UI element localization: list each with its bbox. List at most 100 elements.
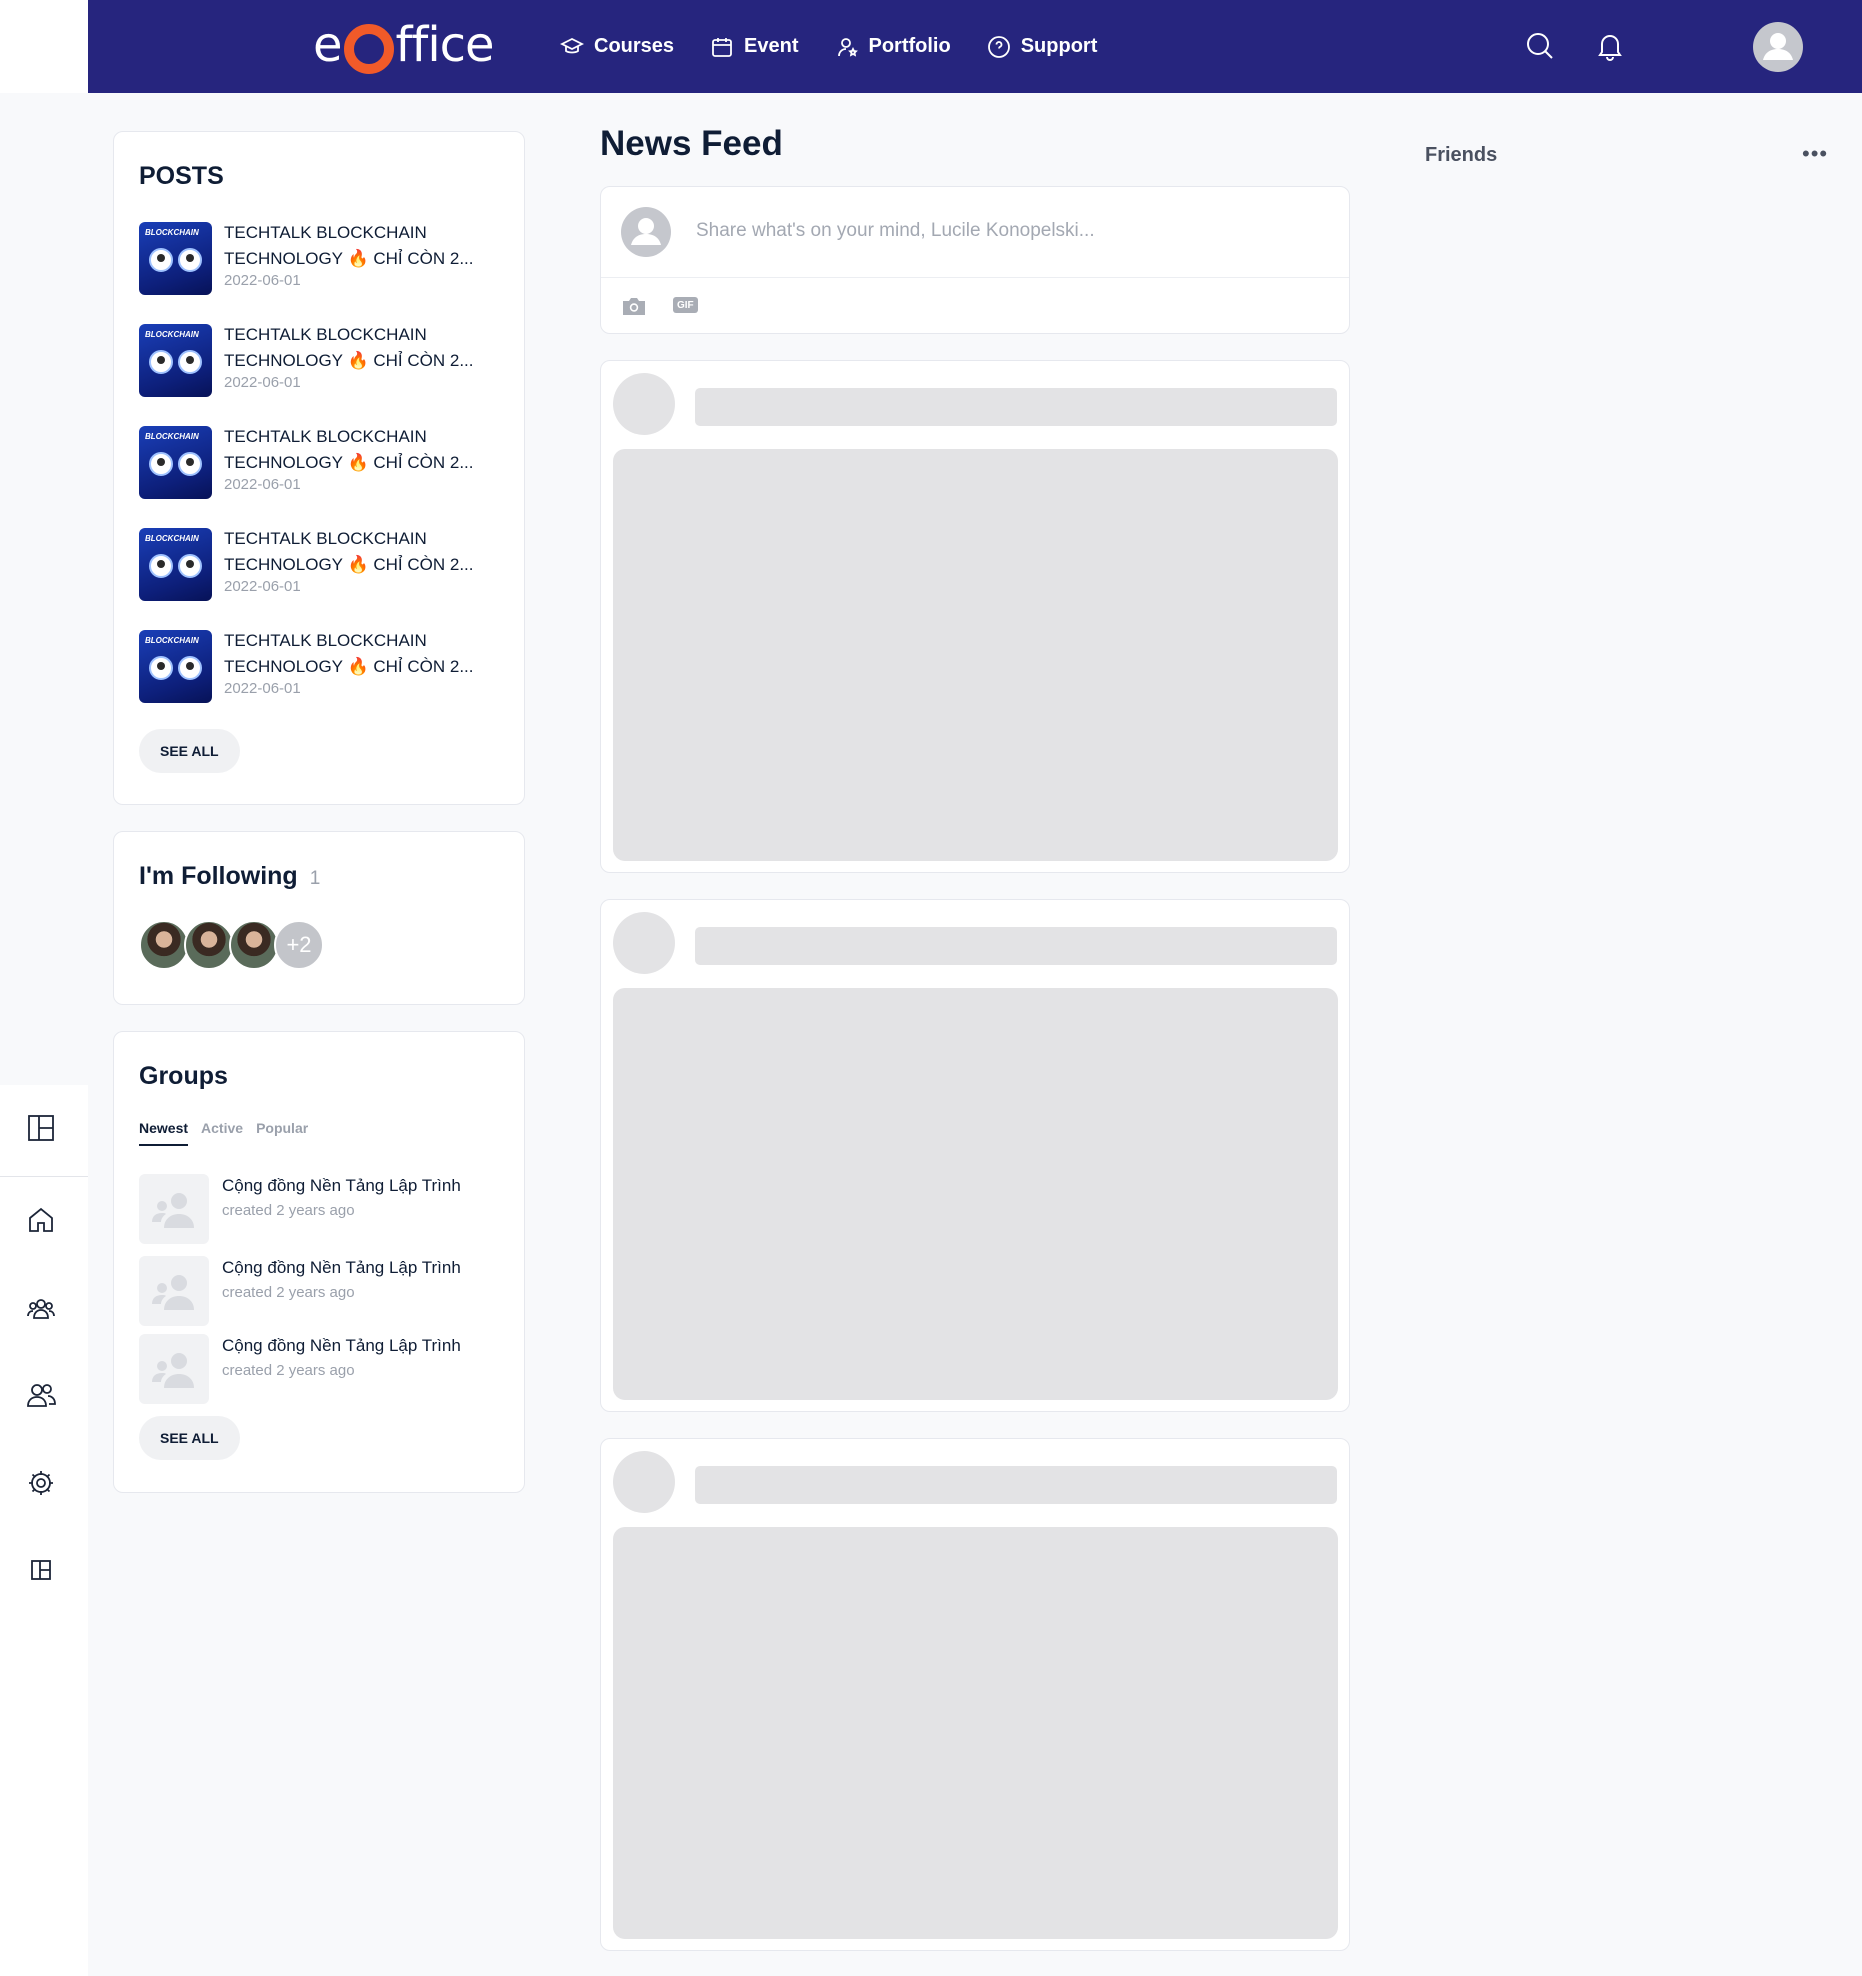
nav-support[interactable]: Support: [987, 35, 1097, 59]
post-date: 2022-06-01: [224, 476, 301, 493]
fire-icon: 🔥: [347, 555, 369, 574]
feed-post-skeleton: [600, 360, 1350, 873]
composer-input[interactable]: Share what's on your mind, Lucile Konope…: [696, 220, 1095, 242]
bell-icon: [1598, 35, 1622, 61]
group-thumbnail: [139, 1256, 209, 1326]
post-date: 2022-06-01: [224, 374, 301, 391]
following-avatar[interactable]: [184, 920, 234, 970]
post-item[interactable]: BLOCKCHAIN TECHTALK BLOCKCHAIN TECHNOLOGY …: [139, 628, 499, 708]
nav-portfolio-label: Portfolio: [868, 35, 951, 57]
groups-title: Groups: [139, 1062, 228, 1090]
nav-courses[interactable]: Courses: [560, 35, 674, 59]
post-date: 2022-06-01: [224, 578, 301, 595]
nav-event[interactable]: Event: [710, 35, 799, 59]
post-item[interactable]: BLOCKCHAIN TECHTALK BLOCKCHAIN TECHNOLOGY …: [139, 526, 499, 606]
skeleton-line: [695, 927, 1337, 965]
following-count: 1: [309, 868, 321, 889]
post-thumbnail: BLOCKCHAIN: [139, 426, 212, 499]
post-thumbnail-text: BLOCKCHAIN: [145, 228, 199, 237]
post-thumbnail: BLOCKCHAIN: [139, 630, 212, 703]
rail-groups-button[interactable]: [26, 1293, 62, 1329]
group-created-meta: created 2 years ago: [222, 1202, 355, 1219]
fire-icon: 🔥: [347, 657, 369, 676]
notifications-button[interactable]: [1594, 30, 1626, 62]
fire-icon: 🔥: [347, 453, 369, 472]
home-icon: [29, 1207, 53, 1232]
skeleton-avatar: [613, 912, 675, 974]
speaker-photo: [149, 452, 173, 476]
groups-see-all-button[interactable]: SEE ALL: [139, 1416, 240, 1460]
following-title-text: I'm Following: [139, 862, 298, 890]
post-title-line2b: CHỈ CÒN 2...: [373, 453, 474, 472]
group-item[interactable]: Cộng đồng Nền Tảng Lập Trình created 2 ye…: [139, 1334, 499, 1406]
camera-icon: [623, 298, 645, 315]
following-avatar[interactable]: [229, 920, 279, 970]
nav-courses-label: Courses: [594, 35, 675, 57]
post-item[interactable]: BLOCKCHAIN TECHTALK BLOCKCHAIN TECHNOLOGY …: [139, 322, 499, 402]
post-thumbnail: BLOCKCHAIN: [139, 222, 212, 295]
rail-top-spacer: [0, 0, 88, 93]
feed-post-skeleton: [600, 1438, 1350, 1951]
tab-active[interactable]: Active: [201, 1120, 243, 1146]
nav-event-label: Event: [744, 35, 799, 57]
group-created-meta: created 2 years ago: [222, 1362, 355, 1379]
skeleton-avatar: [613, 373, 675, 435]
post-title-line2a: TECHNOLOGY: [224, 453, 343, 472]
eoffice-logo[interactable]: e ffice: [313, 10, 495, 80]
post-thumbnail-text: BLOCKCHAIN: [145, 330, 199, 339]
speaker-photo: [149, 350, 173, 374]
speaker-photo: [149, 554, 173, 578]
news-feed-title: News Feed: [600, 124, 783, 163]
post-thumbnail-text: BLOCKCHAIN: [145, 636, 199, 645]
logo-prefix: e: [313, 17, 343, 73]
feed-post-skeleton: [600, 899, 1350, 1412]
post-title: TECHTALK BLOCKCHAIN TECHNOLOGY 🔥 CHỈ CÒN …: [224, 220, 494, 272]
post-title-line2a: TECHNOLOGY: [224, 555, 343, 574]
post-thumbnail: BLOCKCHAIN: [139, 324, 212, 397]
posts-title: POSTS: [139, 162, 224, 190]
group-item[interactable]: Cộng đồng Nền Tảng Lập Trình created 2 ye…: [139, 1174, 499, 1246]
post-title: TECHTALK BLOCKCHAIN TECHNOLOGY 🔥 CHỈ CÒN …: [224, 322, 494, 374]
tab-newest[interactable]: Newest: [139, 1120, 189, 1146]
friends-more-button[interactable]: •••: [1802, 143, 1828, 165]
calendar-icon: [712, 37, 732, 57]
posts-card: POSTS BLOCKCHAIN TECHTALK BLOCKCHAIN TECHN…: [113, 131, 525, 805]
post-title-line1: TECHTALK BLOCKCHAIN: [224, 325, 427, 344]
user-silhouette-icon: [1763, 33, 1793, 60]
skeleton-line: [695, 1466, 1337, 1504]
post-title-line1: TECHTALK BLOCKCHAIN: [224, 427, 427, 446]
tab-popular[interactable]: Popular: [256, 1120, 308, 1146]
rail-settings-button[interactable]: [26, 1468, 62, 1504]
add-photo-button[interactable]: [621, 295, 647, 317]
following-avatar[interactable]: [139, 920, 189, 970]
post-item[interactable]: BLOCKCHAIN TECHTALK BLOCKCHAIN TECHNOLOGY …: [139, 220, 499, 300]
group-item[interactable]: Cộng đồng Nền Tảng Lập Trình created 2 ye…: [139, 1256, 499, 1328]
top-navbar: e ffice Courses Event Portfolio Support: [88, 0, 1862, 93]
following-card: I'm Following 1 +2: [113, 831, 525, 1005]
post-date: 2022-06-01: [224, 272, 301, 289]
search-button[interactable]: [1524, 30, 1556, 62]
user-avatar[interactable]: [1753, 22, 1803, 72]
group-thumbnail: [139, 1334, 209, 1404]
post-title-line2b: CHỈ CÒN 2...: [373, 555, 474, 574]
post-composer: Share what's on your mind, Lucile Konope…: [600, 186, 1350, 334]
rail-home-button[interactable]: [26, 1205, 62, 1241]
graduation-cap-icon: [560, 37, 584, 53]
speaker-photo: [178, 554, 202, 578]
post-title-line1: TECHTALK BLOCKCHAIN: [224, 631, 427, 650]
rail-layout-button[interactable]: [26, 1113, 62, 1149]
friends-title: Friends: [1425, 144, 1498, 166]
post-item[interactable]: BLOCKCHAIN TECHTALK BLOCKCHAIN TECHNOLOGY …: [139, 424, 499, 504]
rail-panel-button[interactable]: [26, 1555, 62, 1591]
panel-icon: [31, 1560, 51, 1580]
composer-divider: [601, 277, 1349, 278]
posts-see-all-button[interactable]: SEE ALL: [139, 729, 240, 773]
nav-portfolio[interactable]: Portfolio: [835, 35, 951, 59]
skeleton-media: [613, 449, 1338, 861]
add-gif-button[interactable]: GIF: [673, 297, 698, 313]
following-title: I'm Following 1: [139, 862, 320, 891]
post-title-line2b: CHỈ CÒN 2...: [373, 249, 474, 268]
rail-friends-button[interactable]: [26, 1380, 62, 1416]
following-more-badge[interactable]: +2: [274, 920, 324, 970]
help-circle-icon: [987, 35, 1010, 58]
